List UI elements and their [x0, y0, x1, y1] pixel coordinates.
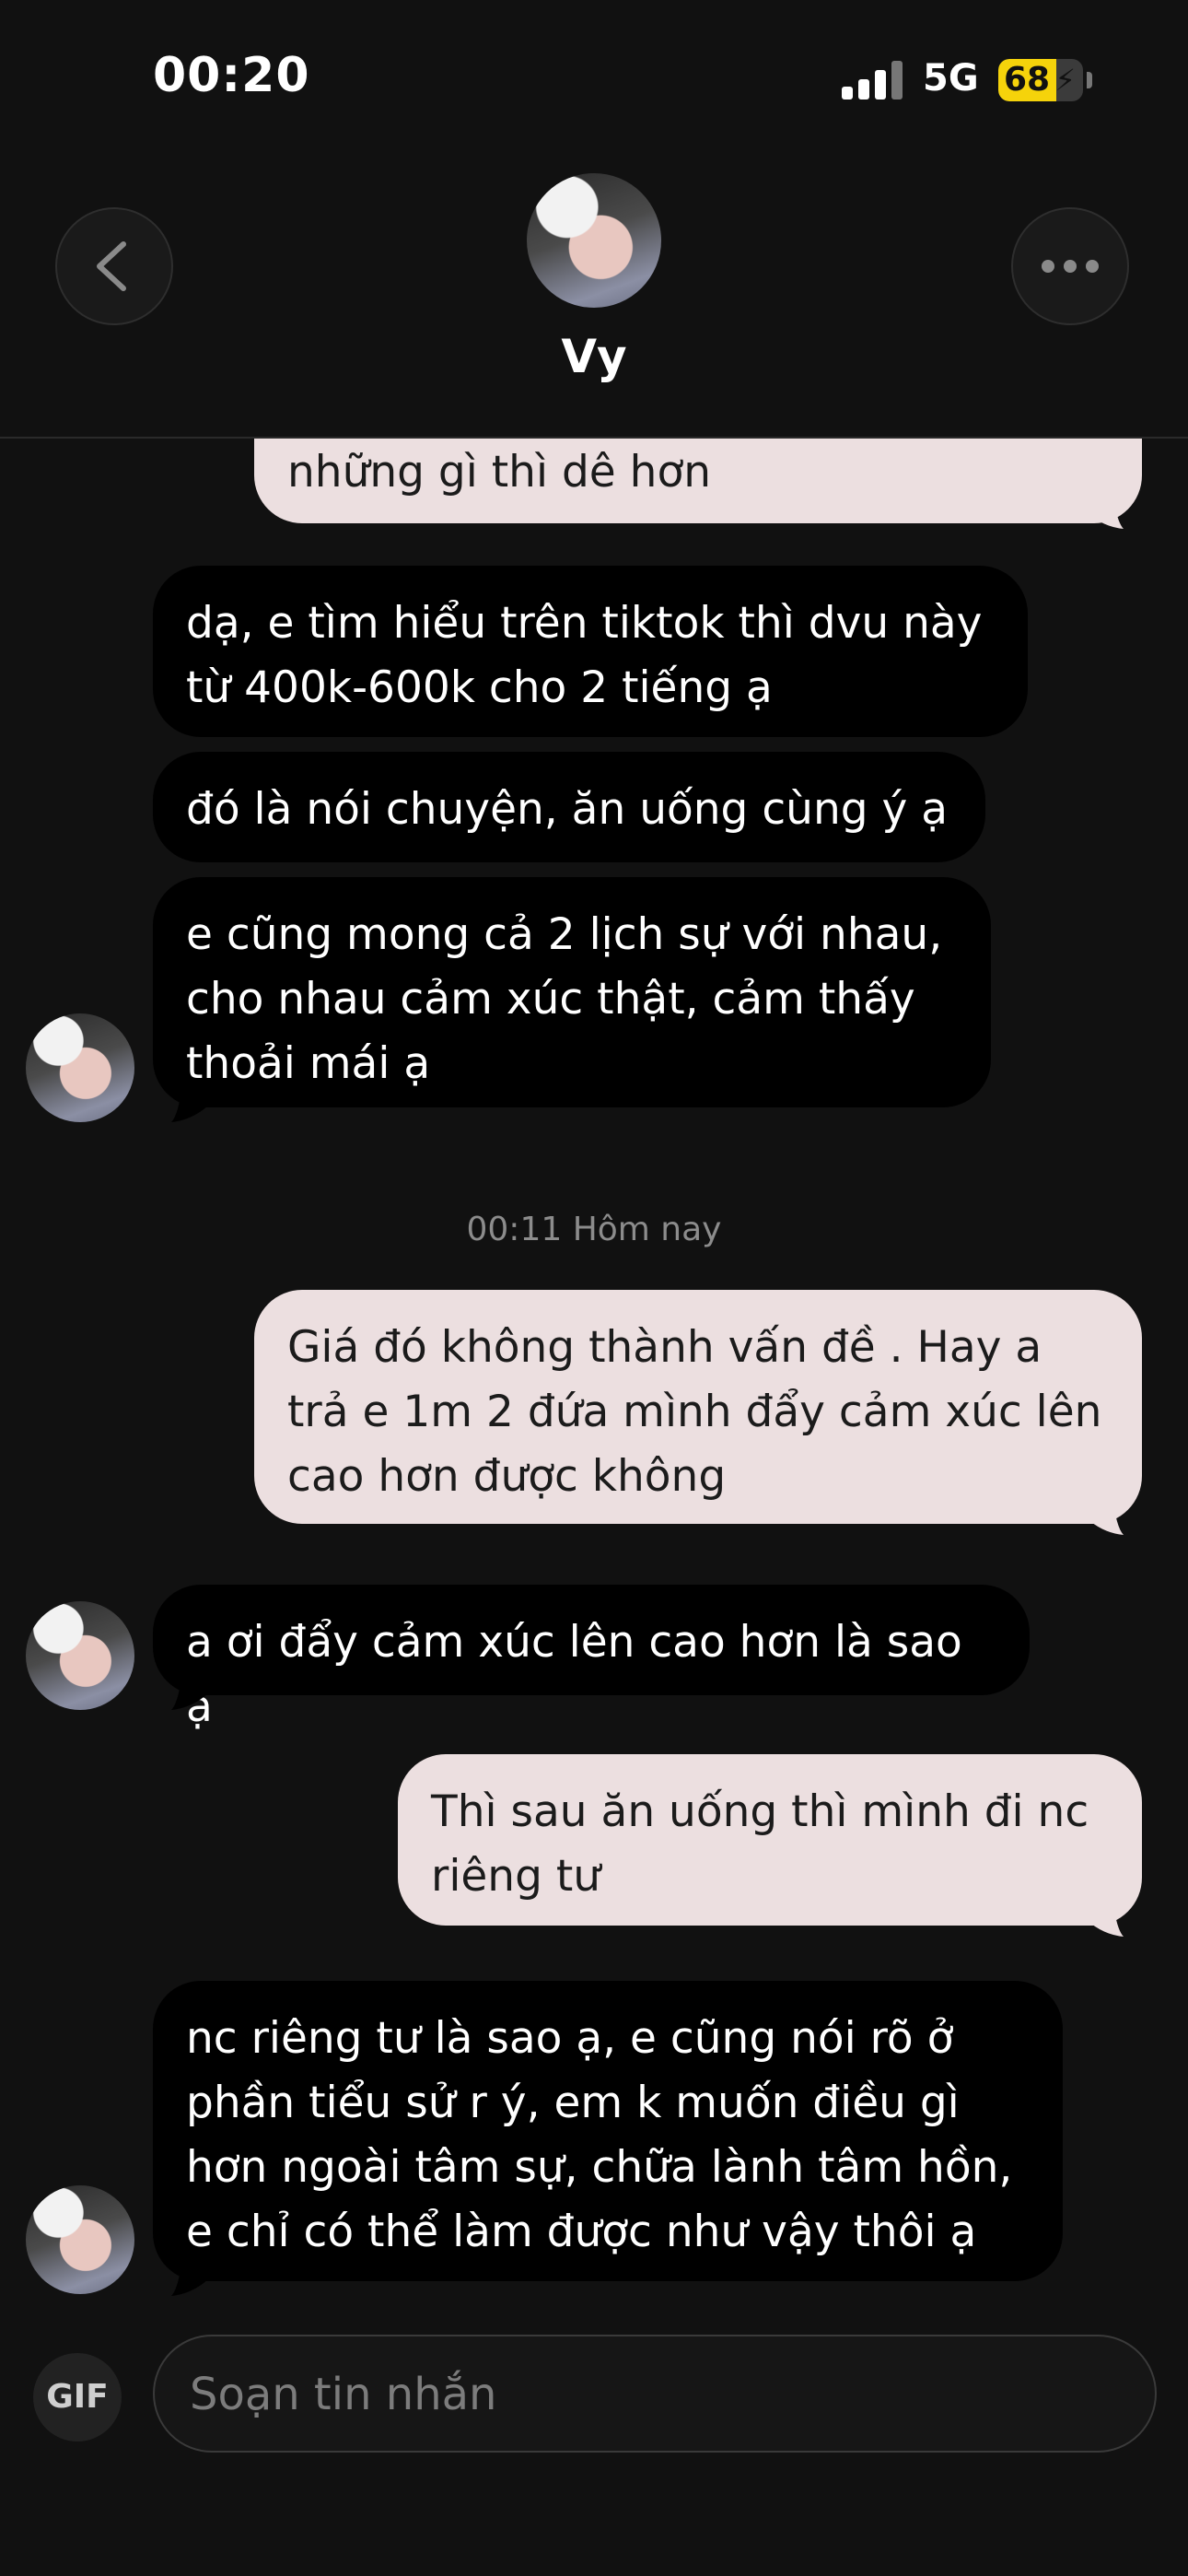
bubble-tail	[171, 1096, 208, 1122]
composer-bar: GIF	[0, 2322, 1188, 2576]
chat-header: Vy	[0, 138, 1188, 439]
message-text: những gì thì dê hơn	[287, 447, 711, 498]
message-text: Giá đó không thành vấn đề . Hay a trả e …	[287, 1322, 1102, 1502]
battery-icon: 68 ⚡	[998, 59, 1083, 101]
network-type: 5G	[923, 57, 979, 100]
bubble-tail	[1087, 1911, 1124, 1937]
message-input[interactable]	[188, 2336, 1112, 2453]
battery-level: 68	[1004, 61, 1051, 99]
message-bubble-incoming[interactable]: đó là nói chuyện, ăn uống cùng ý ạ	[153, 752, 985, 862]
message-text: Thì sau ăn uống thì mình đi nc riêng tư	[431, 1786, 1089, 1902]
message-list[interactable]: những gì thì dê hơn dạ, e tìm hiểu trên …	[0, 439, 1188, 2322]
gif-button[interactable]: GIF	[33, 2353, 122, 2441]
charging-bolt-icon: ⚡	[1054, 63, 1076, 98]
back-button[interactable]	[55, 207, 173, 325]
signal-icon	[842, 61, 906, 100]
message-text: e cũng mong cả 2 lịch sự với nhau, cho n…	[186, 909, 943, 1089]
message-text: dạ, e tìm hiểu trên tiktok thì dvu này t…	[186, 598, 983, 713]
bubble-tail	[1087, 1509, 1124, 1535]
bubble-tail	[171, 1684, 208, 1710]
message-bubble-incoming[interactable]: a ơi đẩy cảm xúc lên cao hơn là sao ạ	[153, 1585, 1030, 1732]
contact-avatar[interactable]	[527, 173, 661, 308]
message-bubble-incoming[interactable]: dạ, e tìm hiểu trên tiktok thì dvu này t…	[153, 566, 1028, 737]
message-bubble-outgoing[interactable]: những gì thì dê hơn	[254, 439, 1142, 523]
sender-avatar[interactable]	[26, 1601, 134, 1710]
more-options-button[interactable]	[1011, 207, 1129, 325]
contact-name[interactable]: Vy	[0, 330, 1188, 383]
sender-avatar[interactable]	[26, 2185, 134, 2294]
message-text: nc riêng tư là sao ạ, e cũng nói rõ ở ph…	[186, 2013, 1013, 2257]
message-bubble-outgoing[interactable]: Giá đó không thành vấn đề . Hay a trả e …	[254, 1290, 1142, 1524]
bubble-tail	[1087, 503, 1124, 529]
bubble-tail	[171, 2270, 208, 2296]
status-time: 00:20	[153, 48, 310, 103]
message-bubble-incoming[interactable]: e cũng mong cả 2 lịch sự với nhau, cho n…	[153, 877, 991, 1107]
message-input-wrapper[interactable]	[153, 2335, 1157, 2453]
message-bubble-incoming[interactable]: nc riêng tư là sao ạ, e cũng nói rõ ở ph…	[153, 1981, 1063, 2281]
status-bar: 00:20 5G 68 ⚡	[0, 0, 1188, 138]
sender-avatar[interactable]	[26, 1013, 134, 1122]
message-text: đó là nói chuyện, ăn uống cùng ý ạ	[186, 784, 949, 835]
message-bubble-outgoing[interactable]: Thì sau ăn uống thì mình đi nc riêng tư	[398, 1754, 1142, 1926]
battery-tip	[1087, 72, 1092, 88]
message-text: a ơi đẩy cảm xúc lên cao hơn là sao ạ	[186, 1617, 962, 1732]
message-timestamp: 00:11 Hôm nay	[466, 1211, 722, 1248]
chevron-left-icon	[97, 241, 126, 291]
ellipsis-icon	[1042, 260, 1099, 273]
